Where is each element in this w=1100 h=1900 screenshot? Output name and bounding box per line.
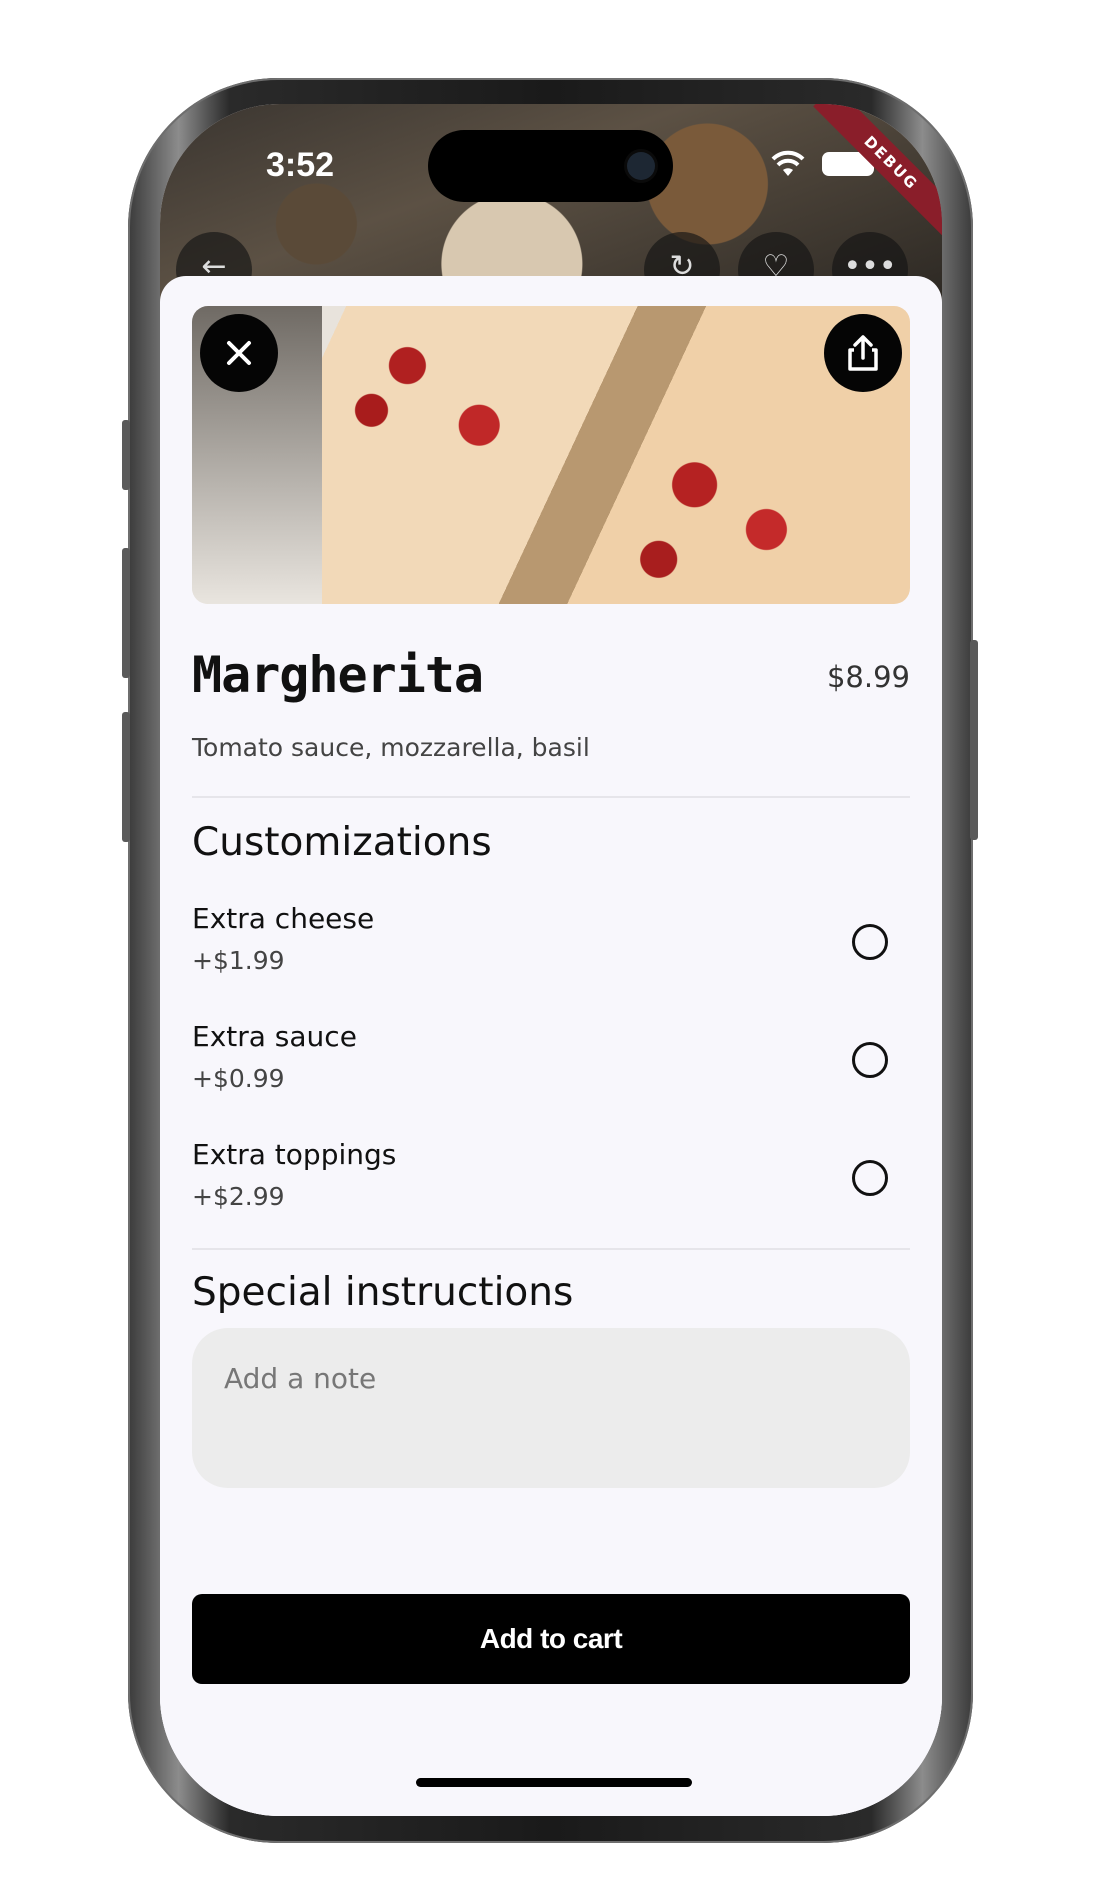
item-sheet: Margherita $8.99 Tomato sauce, mozzarell… [160,276,942,1816]
wifi-icon [771,150,805,176]
status-icons [770,150,874,178]
close-button[interactable] [200,314,278,392]
option-label: Extra cheese [192,902,375,935]
option-extra-toppings[interactable]: Extra toppings +$2.99 [192,1138,910,1238]
phone-volume-down [122,712,130,842]
option-price: +$0.99 [192,1064,285,1093]
phone-side-button [122,420,130,490]
item-title: Margherita [192,646,484,704]
option-price: +$2.99 [192,1182,285,1211]
item-description: Tomato sauce, mozzarella, basil [192,733,590,762]
radio-button[interactable] [852,924,888,960]
radio-button[interactable] [852,1042,888,1078]
special-instructions-title: Special instructions [192,1270,574,1315]
dynamic-island [428,130,673,202]
home-indicator [416,1778,692,1787]
radio-button[interactable] [852,1160,888,1196]
share-button[interactable] [824,314,902,392]
add-to-cart-button[interactable]: Add to cart [192,1594,910,1684]
camera-icon [627,152,655,180]
option-price: +$1.99 [192,946,285,975]
note-field[interactable]: Add a note [192,1328,910,1488]
status-time: 3:52 [266,146,335,184]
item-price: $8.99 [826,660,910,694]
option-label: Extra toppings [192,1138,397,1171]
customizations-title: Customizations [192,820,492,865]
option-label: Extra sauce [192,1020,357,1053]
phone-volume-up [122,548,130,678]
share-icon [848,335,878,371]
screen: ← ↻ ♡ ••• 3:52 DEBUG Margherita $8.99 To… [160,104,942,1816]
close-icon [227,341,251,365]
option-extra-cheese[interactable]: Extra cheese +$1.99 [192,902,910,1002]
divider [192,796,910,798]
option-extra-sauce[interactable]: Extra sauce +$0.99 [192,1020,910,1120]
divider [192,1248,910,1250]
phone-power-button [970,640,978,840]
item-photo [192,306,910,604]
